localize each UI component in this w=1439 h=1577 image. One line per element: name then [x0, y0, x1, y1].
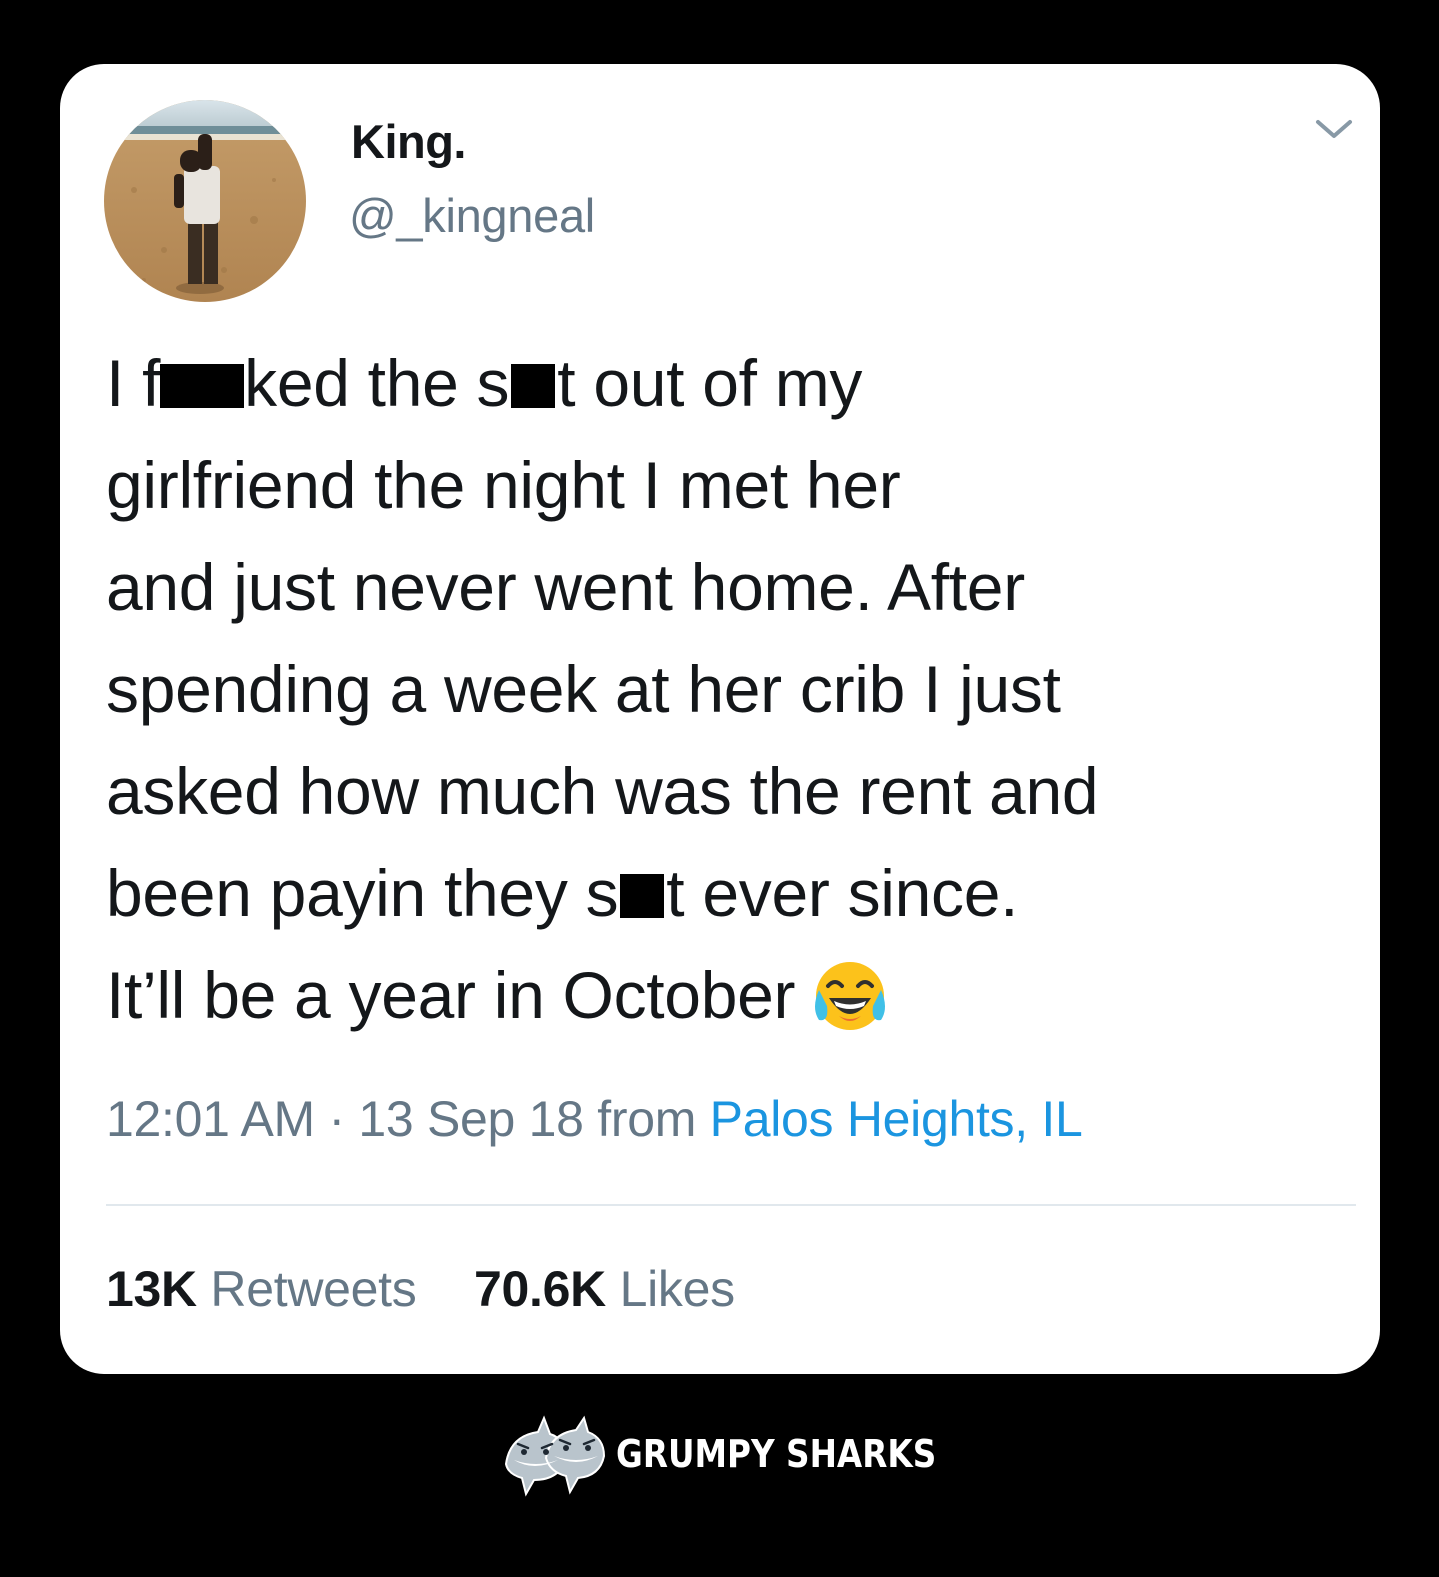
tweet-line: been payin they s t ever since. [106, 842, 1356, 944]
location-link[interactable]: Palos Heights, IL [710, 1091, 1083, 1147]
tweet-text: I f ked the s t out of my girlfriend the n… [106, 332, 1356, 1046]
tweet-line: I f ked the s t out of my [106, 332, 1356, 434]
watermark-text: GRUMPY SHARKS [616, 1432, 937, 1476]
tweet-line: girlfriend the night I met her [106, 448, 901, 522]
chevron-down-icon[interactable] [1312, 114, 1356, 144]
tweet-line: spending a week at her crib I just [106, 652, 1061, 726]
shark-logo-icon [500, 1414, 608, 1498]
retweets-count: 13K [106, 1261, 197, 1317]
tweet-card: King. @_kingneal I f ked the s t out of my… [60, 64, 1380, 1374]
tweet-text-segment: It’ll be a year in October [106, 958, 796, 1032]
tweet-text-segment: ked the s [244, 346, 510, 420]
divider [106, 1204, 1356, 1206]
retweets-stat[interactable]: 13K Retweets [106, 1260, 417, 1318]
tweet-text-segment: I f [106, 346, 161, 420]
tweet-line: and just never went home. After [106, 550, 1025, 624]
tweet-text-segment: been payin they s [106, 856, 619, 930]
engagement-stats: 13K Retweets 70.6K Likes [106, 1260, 735, 1318]
censor-bar [160, 364, 245, 408]
tweet-line: asked how much was the rent and [106, 754, 1099, 828]
censor-bar [620, 874, 665, 918]
likes-label: Likes [619, 1261, 736, 1317]
tweet-metadata: 12:01 AM · 13 Sep 18 from Palos Heights,… [106, 1090, 1083, 1148]
tweet-text-segment: t out of my [557, 346, 863, 420]
censor-bar [511, 364, 556, 408]
watermark: GRUMPY SHARKS [500, 1414, 940, 1498]
likes-count: 70.6K [474, 1261, 606, 1317]
tweet-text-segment: t ever since. [666, 856, 1019, 930]
likes-stat[interactable]: 70.6K Likes [474, 1260, 735, 1318]
user-handle[interactable]: @_kingneal [349, 188, 595, 243]
tweet-line: It’ll be a year in October [106, 944, 1356, 1046]
avatar[interactable] [104, 100, 306, 302]
timestamp: 12:01 AM · 13 Sep 18 from [106, 1091, 697, 1147]
display-name[interactable]: King. [351, 114, 466, 169]
retweets-label: Retweets [210, 1261, 417, 1317]
tears-of-joy-emoji-icon [809, 956, 891, 1038]
